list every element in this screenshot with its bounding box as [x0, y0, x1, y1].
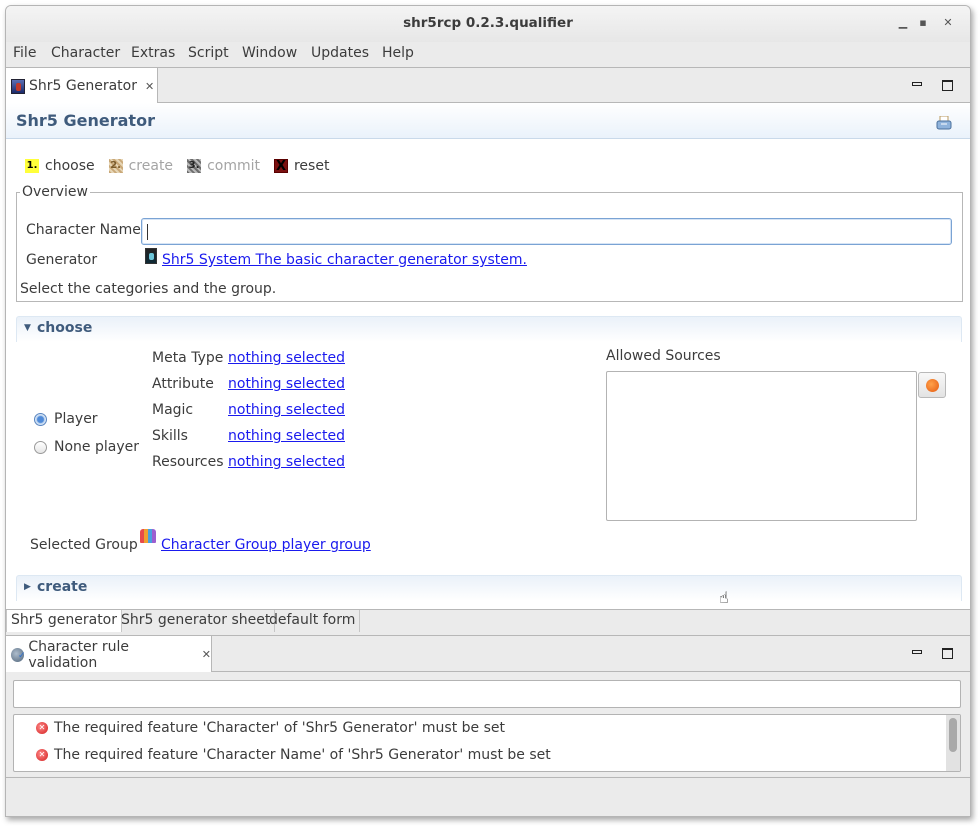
menu-script[interactable]: Script	[188, 45, 229, 61]
step-commit[interactable]: 3. commit	[187, 158, 260, 174]
magic-link[interactable]: nothing selected	[228, 402, 345, 418]
menu-character[interactable]: Character	[51, 45, 120, 61]
validation-body: ✕ The required feature 'Character' of 'S…	[6, 672, 970, 776]
error-icon: ✕	[36, 749, 48, 761]
list-item[interactable]: ✕ The required feature 'Character' of 'S…	[36, 720, 505, 736]
menu-help[interactable]: Help	[382, 45, 414, 61]
step-create-label: create	[128, 158, 174, 174]
validation-part: Character rule validation ✕ ✕ The requir…	[6, 635, 970, 776]
menu-bar: File Character Extras Script Window Upda…	[6, 42, 970, 67]
form-page-tabs: Shr5 generator Shr5 generator sheet defa…	[6, 609, 970, 633]
vertical-scrollbar[interactable]	[946, 715, 960, 771]
step-choose-label: choose	[45, 158, 95, 174]
meta-type-label: Meta Type	[152, 350, 224, 366]
generator-form: Shr5 Generator 1. choose 2. create 3. co…	[6, 103, 970, 609]
close-window-button[interactable]: ✕	[941, 16, 955, 30]
reset-icon: X	[273, 159, 288, 174]
menu-file[interactable]: File	[13, 45, 36, 61]
selected-group-link[interactable]: Character Group player group	[161, 537, 371, 553]
overview-legend: Overview	[20, 184, 90, 200]
text-caret	[147, 224, 148, 240]
none-player-radio[interactable]	[34, 441, 47, 454]
skills-label: Skills	[152, 428, 188, 444]
status-bar	[6, 777, 970, 816]
validation-message: The required feature 'Character Name' of…	[54, 747, 551, 763]
title-bar: shr5rcp 0.2.3.qualifier ▁ ▪ ✕	[6, 6, 970, 42]
menu-window[interactable]: Window	[242, 45, 297, 61]
validation-tab-label: Character rule validation	[28, 638, 130, 671]
error-icon: ✕	[36, 722, 48, 734]
generator-system-icon	[145, 248, 157, 264]
step-choose[interactable]: 1. choose	[25, 158, 95, 174]
step-create[interactable]: 2. create	[108, 158, 174, 174]
collapsed-arrow-icon: ▶	[24, 582, 31, 592]
validation-icon	[11, 647, 26, 662]
window-title: shr5rcp 0.2.3.qualifier	[403, 15, 573, 31]
character-group-icon	[140, 529, 156, 543]
none-player-radio-label: None player	[54, 439, 139, 455]
minimize-part-icon[interactable]	[912, 82, 922, 86]
player-radio-label: Player	[54, 411, 98, 427]
minimize-part-icon[interactable]	[912, 650, 922, 654]
step-1-icon: 1.	[25, 159, 39, 173]
maximize-part-icon[interactable]	[942, 648, 953, 659]
validation-tab[interactable]: Character rule validation ✕	[6, 636, 212, 673]
generator-link[interactable]: Shr5 System The basic character generato…	[162, 252, 527, 268]
expanded-arrow-icon: ▼	[24, 323, 31, 333]
overview-hint: Select the categories and the group.	[20, 281, 277, 297]
page-tab-default-form[interactable]: default form	[265, 610, 361, 632]
close-tab-icon[interactable]: ✕	[145, 80, 154, 93]
editor-tab-label: Shr5 Generator	[29, 78, 137, 94]
validation-messages-list: ✕ The required feature 'Character' of 'S…	[13, 714, 961, 772]
attribute-label: Attribute	[152, 376, 214, 392]
step-2-icon: 2.	[108, 159, 123, 173]
choose-section-header[interactable]: ▼ choose	[16, 316, 962, 342]
editor-part: Shr5 Generator ✕ Shr5 Generator 1. choos…	[6, 67, 970, 635]
scrollbar-thumb[interactable]	[949, 718, 957, 752]
validation-filter-input[interactable]	[13, 680, 961, 708]
maximize-part-icon[interactable]	[942, 80, 953, 91]
editor-tab-bar: Shr5 Generator ✕	[6, 68, 970, 104]
minimize-window-button[interactable]: ▁	[896, 16, 910, 30]
choose-section-title: choose	[37, 320, 93, 336]
step-3-icon: 3.	[187, 159, 202, 173]
create-section-header[interactable]: ▶ create	[16, 575, 962, 601]
step-commit-label: commit	[207, 158, 260, 174]
step-reset-label: reset	[293, 158, 330, 174]
generator-label: Generator	[26, 252, 98, 268]
allowed-sources-list[interactable]	[606, 371, 917, 521]
refresh-sources-button[interactable]	[918, 372, 946, 398]
magic-label: Magic	[152, 402, 194, 418]
generator-app-icon	[11, 78, 25, 94]
close-tab-icon[interactable]: ✕	[202, 648, 211, 661]
attribute-link[interactable]: nothing selected	[228, 376, 345, 392]
character-name-input[interactable]	[141, 218, 952, 245]
step-reset[interactable]: X reset	[273, 158, 330, 174]
create-section-title: create	[37, 579, 88, 595]
menu-extras[interactable]: Extras	[131, 45, 175, 61]
player-radio[interactable]	[34, 413, 47, 426]
maximize-window-button[interactable]: ▪	[916, 16, 930, 30]
workflow-steps: 1. choose 2. create 3. commit X reset	[25, 158, 343, 174]
resources-link[interactable]: nothing selected	[228, 454, 345, 470]
page-tab-shr5-generator[interactable]: Shr5 generator	[6, 610, 123, 632]
hand-pointer-icon: ☝	[719, 588, 729, 607]
selected-group-label: Selected Group	[30, 537, 138, 553]
overview-group: Overview Character Name Generator Shr5 S…	[16, 184, 963, 302]
list-item[interactable]: ✕ The required feature 'Character Name' …	[36, 747, 551, 763]
resources-label: Resources	[152, 454, 224, 470]
validation-message: The required feature 'Character' of 'Shr…	[54, 720, 506, 736]
form-header: Shr5 Generator	[6, 103, 970, 139]
skills-link[interactable]: nothing selected	[228, 428, 345, 444]
validation-tab-bar: Character rule validation ✕	[6, 636, 970, 673]
page-tab-shr5-generator-sheet[interactable]: Shr5 generator sheet	[117, 610, 276, 632]
menu-updates[interactable]: Updates	[311, 45, 369, 61]
character-name-label: Character Name	[26, 222, 141, 238]
print-icon[interactable]	[936, 116, 952, 130]
meta-type-link[interactable]: nothing selected	[228, 350, 345, 366]
allowed-sources-label: Allowed Sources	[606, 348, 721, 364]
app-window: shr5rcp 0.2.3.qualifier ▁ ▪ ✕ File Chara…	[5, 5, 971, 817]
form-title: Shr5 Generator	[16, 111, 155, 130]
editor-tab-shr5-generator[interactable]: Shr5 Generator ✕	[6, 68, 158, 104]
